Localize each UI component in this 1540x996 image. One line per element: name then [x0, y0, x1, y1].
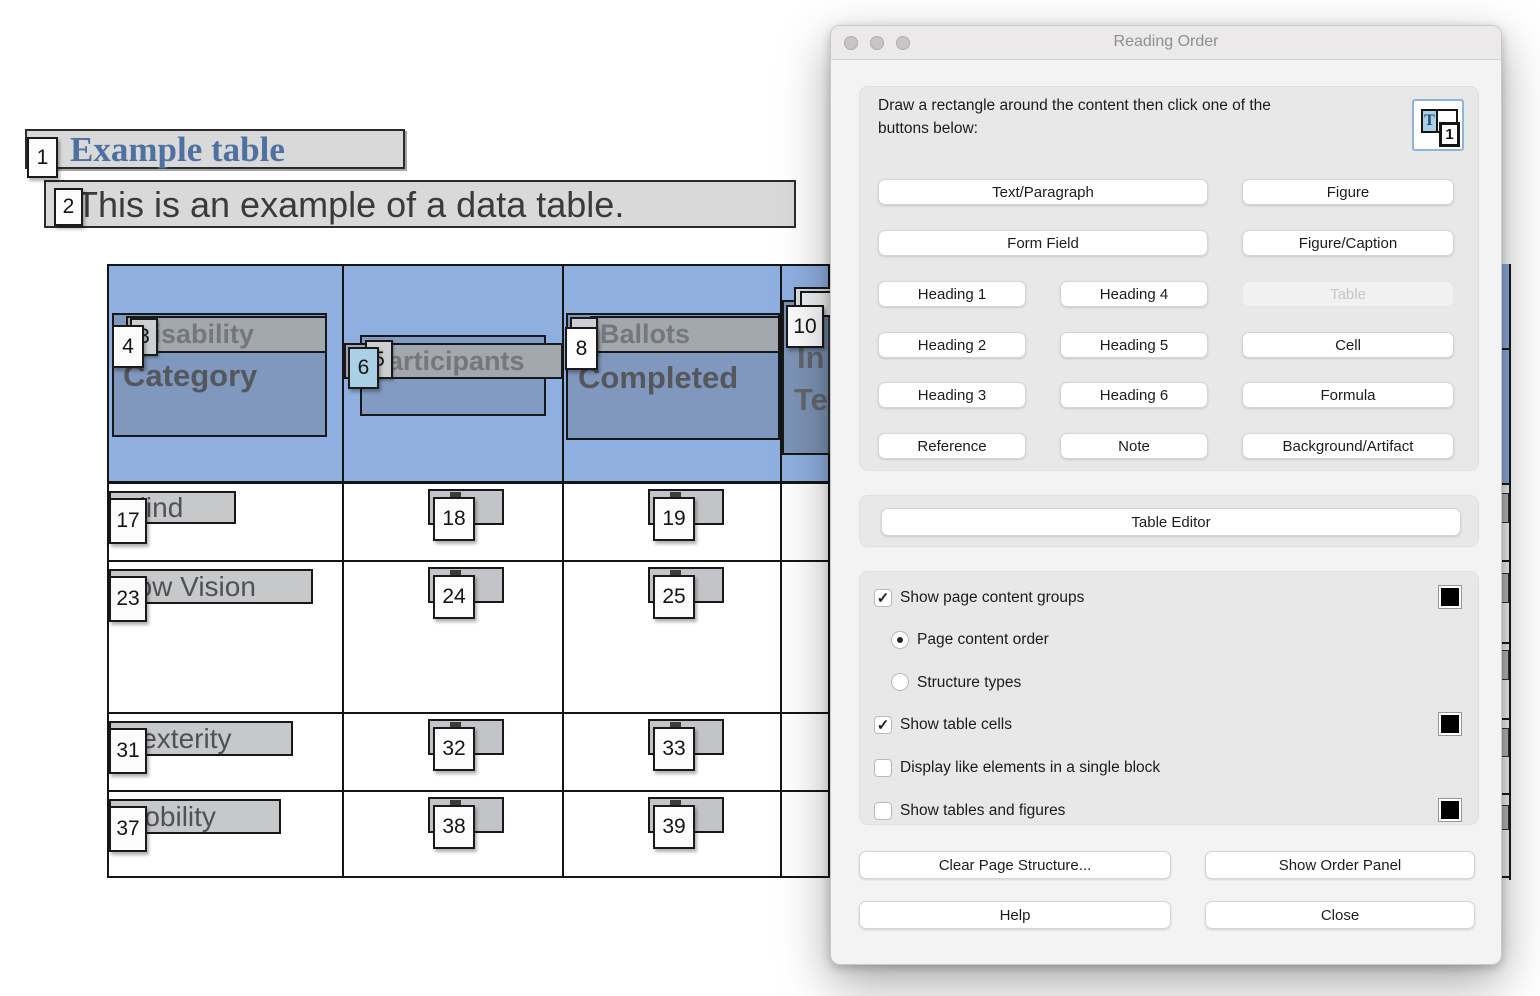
table-row-border — [109, 560, 828, 562]
show-table-cells-label: Show table cells — [900, 716, 1012, 734]
display-like-elements-label: Display like elements in a single block — [900, 759, 1160, 777]
show-tables-figures-checkbox[interactable] — [874, 802, 892, 820]
order-tag-8[interactable]: 8 — [565, 327, 598, 370]
close-button[interactable]: Close — [1205, 901, 1475, 929]
table-editor-button[interactable]: Table Editor — [881, 508, 1461, 536]
header-text-terminated: Te — [794, 382, 828, 418]
reference-button[interactable]: Reference — [878, 433, 1026, 459]
sliver-line — [1501, 642, 1509, 644]
display-options-group: ✓ Show page content groups Page content … — [859, 571, 1479, 825]
sliver-header — [1501, 264, 1509, 485]
sliver-line — [1501, 718, 1509, 720]
heading-1-button[interactable]: Heading 1 — [878, 281, 1026, 307]
document-paragraph: This is an example of a data table. — [76, 184, 624, 226]
background-artifact-button[interactable]: Background/Artifact — [1242, 433, 1454, 459]
note-button[interactable]: Note — [1060, 433, 1208, 459]
order-tag-37[interactable]: 37 — [109, 806, 147, 852]
structure-types-label: Structure types — [917, 674, 1021, 692]
heading-5-button[interactable]: Heading 5 — [1060, 332, 1208, 358]
sliver-cell — [1501, 650, 1509, 680]
page-content-order-label: Page content order — [917, 631, 1049, 649]
sliver-line — [1501, 793, 1509, 795]
table-row-border — [109, 712, 828, 714]
order-tag-6-selected[interactable]: 6 — [348, 347, 379, 389]
order-tag-33[interactable]: 33 — [653, 727, 695, 771]
check-icon: ✓ — [877, 716, 890, 734]
order-tag-23[interactable]: 23 — [109, 576, 147, 622]
order-tag-24[interactable]: 24 — [433, 575, 475, 619]
heading-2-button[interactable]: Heading 2 — [878, 332, 1026, 358]
order-tag-19[interactable]: 19 — [653, 497, 695, 541]
sliver-cell — [1501, 573, 1509, 603]
cell-button[interactable]: Cell — [1242, 332, 1454, 358]
table-row-border — [109, 790, 828, 792]
heading-4-button[interactable]: Heading 4 — [1060, 281, 1208, 307]
text-paragraph-button[interactable]: Text/Paragraph — [878, 179, 1208, 205]
check-icon: ✓ — [877, 589, 890, 607]
sliver-cell — [1501, 805, 1509, 830]
show-page-content-groups-label: Show page content groups — [900, 589, 1084, 607]
show-order-panel-button[interactable]: Show Order Panel — [1205, 851, 1475, 879]
sliver-line — [1501, 483, 1509, 485]
tag-buttons-group: Draw a rectangle around the content then… — [859, 86, 1479, 471]
figure-button[interactable]: Figure — [1242, 179, 1454, 205]
tables-figures-color-swatch[interactable] — [1438, 798, 1462, 822]
show-tables-figures-label: Show tables and figures — [900, 802, 1065, 820]
content-groups-color-swatch[interactable] — [1438, 585, 1462, 609]
sliver-cell — [1501, 493, 1509, 523]
reading-order-dialog: Reading Order Draw a rectangle around th… — [830, 25, 1502, 965]
sliver-line — [1501, 560, 1509, 562]
swatch-color — [1441, 715, 1459, 733]
sliver-line — [1501, 876, 1509, 878]
reading-order-tool-icon[interactable]: T 1 — [1412, 99, 1464, 151]
screen: Example table 1 This is an example of a … — [0, 0, 1540, 996]
order-tag-25[interactable]: 25 — [653, 575, 695, 619]
order-tag-39[interactable]: 39 — [653, 805, 695, 849]
table-button: Table — [1242, 281, 1454, 307]
order-tag-38[interactable]: 38 — [433, 805, 475, 849]
page-content-order-radio[interactable] — [891, 631, 909, 649]
order-tag-18[interactable]: 18 — [433, 497, 475, 541]
header-text-ballots: Ballots — [590, 316, 780, 353]
swatch-color — [1441, 801, 1459, 819]
table-editor-group: Table Editor — [859, 495, 1479, 547]
display-like-elements-checkbox[interactable] — [874, 759, 892, 777]
instruction-line-1: Draw a rectangle around the content then… — [878, 97, 1271, 115]
tool-icon-number: 1 — [1439, 122, 1460, 147]
figure-caption-button[interactable]: Figure/Caption — [1242, 230, 1454, 256]
order-tag-4[interactable]: 4 — [112, 325, 144, 368]
form-field-button[interactable]: Form Field — [878, 230, 1208, 256]
structure-types-radio[interactable] — [891, 673, 909, 691]
document-heading: Example table — [70, 130, 285, 170]
sliver-line — [1501, 348, 1509, 350]
heading-3-button[interactable]: Heading 3 — [878, 382, 1026, 408]
order-tag-31[interactable]: 31 — [109, 728, 147, 774]
swatch-color — [1441, 588, 1459, 606]
dialog-title: Reading Order — [831, 33, 1501, 51]
dialog-titlebar[interactable]: Reading Order — [831, 26, 1501, 60]
clear-page-structure-button[interactable]: Clear Page Structure... — [859, 851, 1171, 879]
table-cells-color-swatch[interactable] — [1438, 712, 1462, 736]
sliver-cell — [1501, 728, 1509, 757]
help-button[interactable]: Help — [859, 901, 1171, 929]
order-tag-1[interactable]: 1 — [27, 137, 58, 178]
formula-button[interactable]: Formula — [1242, 382, 1454, 408]
order-tag-10[interactable]: 10 — [786, 305, 824, 348]
order-tag-2[interactable]: 2 — [54, 188, 83, 226]
order-tag-32[interactable]: 32 — [433, 727, 475, 771]
show-table-cells-checkbox[interactable]: ✓ — [874, 716, 892, 734]
heading-6-button[interactable]: Heading 6 — [1060, 382, 1208, 408]
show-page-content-groups-checkbox[interactable]: ✓ — [874, 589, 892, 607]
header-text-completed: Completed — [578, 360, 738, 396]
tool-icon-letter: T — [1421, 109, 1438, 133]
instruction-line-2: buttons below: — [878, 120, 978, 138]
order-tag-17[interactable]: 17 — [109, 498, 147, 544]
